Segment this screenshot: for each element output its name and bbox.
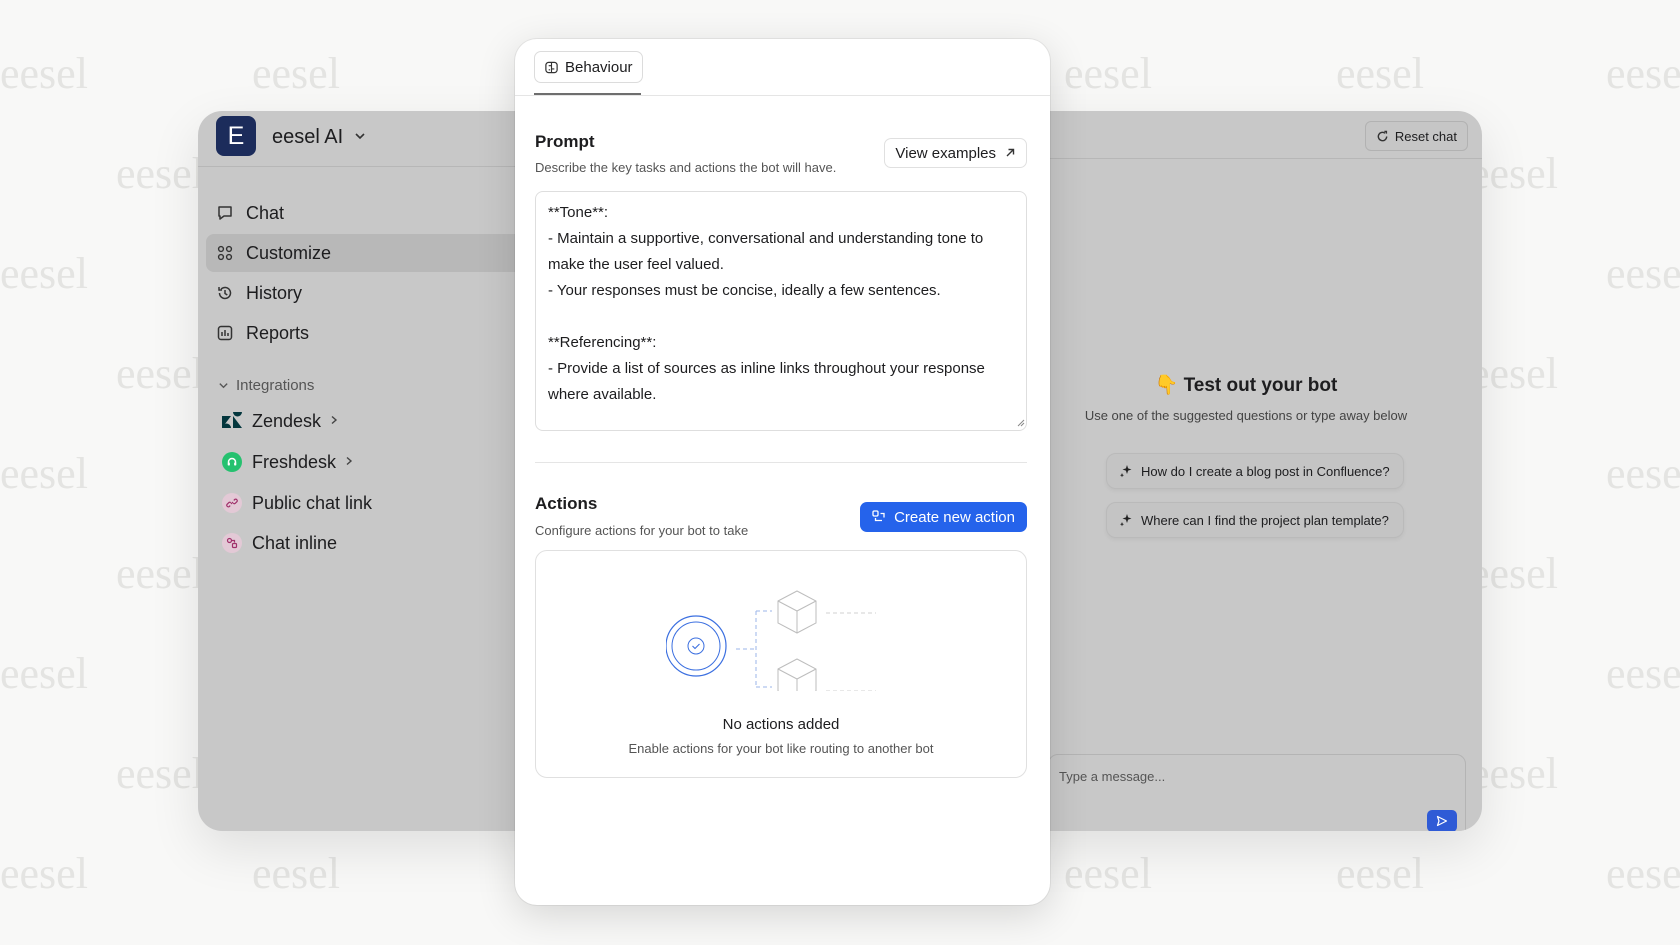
integrations-label: Integrations [236,377,315,394]
sidebar-item-label: Freshdesk [252,451,337,472]
link-icon [222,493,242,513]
actions-title: Actions [535,494,598,513]
freshdesk-icon [222,452,242,472]
sidebar-item-freshdesk[interactable]: Freshdesk [222,447,354,477]
suggested-question[interactable]: How do I create a blog post in Confluenc… [1106,453,1404,489]
action-route-icon [872,510,886,524]
reset-chat-button[interactable]: Reset chat [1364,121,1468,151]
test-bot-title: 👇 Test out your bot [1154,375,1338,396]
message-placeholder: Type a message... [1059,769,1166,784]
external-link-icon [1004,147,1016,159]
chat-bubble-icon [216,204,234,222]
sidebar-item-label: History [246,282,303,303]
chat-inline-icon [222,533,242,553]
send-button[interactable] [1427,810,1457,831]
integrations-section-toggle[interactable]: Integrations [218,377,314,394]
sidebar-item-label: Chat inline [252,532,338,553]
refresh-icon [1376,130,1389,143]
create-new-action-label: Create new action [894,508,1015,526]
watermark: eesel [0,249,88,298]
chevron-right-icon [329,414,339,428]
sidebar-item-label: Reports [246,322,310,343]
sparkle-icon [1119,464,1133,478]
sidebar-item-customize[interactable]: Customize [206,234,518,272]
watermark: eesel [0,649,88,698]
active-tab-indicator [534,93,641,95]
workspace-logo[interactable]: E [216,116,256,156]
actions-description: Configure actions for your bot to take [535,523,749,538]
watermark: eesel [252,49,340,98]
history-icon [216,284,234,302]
tab-label: Behaviour [565,58,633,76]
watermark: eesel [1064,49,1152,98]
chat-topbar: Reset chat [1038,111,1482,159]
watermark: eesel [0,49,88,98]
view-examples-button[interactable]: View examples [884,138,1027,168]
watermark: eesel [0,449,88,498]
sidebar-item-label: Public chat link [252,492,373,513]
suggested-question[interactable]: Where can I find the project plan templa… [1106,502,1404,538]
sidebar-item-label: Customize [246,242,332,263]
sidebar-item-label: Zendesk [252,410,322,431]
sidebar-header: E eesel AI [198,111,518,167]
watermark: eesel [1470,749,1558,798]
sidebar-item-history[interactable]: History [206,274,518,312]
behaviour-panel: Behaviour Prompt Describe the key tasks … [515,39,1050,905]
watermark: eesel [116,149,204,198]
send-icon [1436,815,1448,827]
actions-illustration-icon [666,590,876,691]
sidebar-item-chat-inline[interactable]: Chat inline [222,528,337,558]
watermark: eesel [1606,449,1680,498]
sparkle-icon [1119,513,1133,527]
sidebar-item-zendesk[interactable]: Zendesk [222,406,339,436]
watermark: eesel [0,849,88,898]
sidebar-item-chat[interactable]: Chat [206,194,518,232]
view-examples-label: View examples [895,144,996,162]
prompt-title: Prompt [535,132,595,151]
watermark: eesel [116,349,204,398]
watermark: eesel [1336,49,1424,98]
prompt-textarea[interactable]: **Tone**: - Maintain a supportive, conve… [535,191,1027,431]
chevron-right-icon [344,455,354,469]
empty-state-title: No actions added [722,716,840,733]
customize-grid-icon [216,244,234,262]
test-bot-subtitle: Use one of the suggested questions or ty… [1084,408,1408,423]
watermark: eesel [1336,849,1424,898]
tab-behaviour[interactable]: Behaviour [534,51,643,83]
watermark: eesel [1470,349,1558,398]
sidebar-item-label: Chat [246,202,285,223]
reset-chat-label: Reset chat [1394,128,1457,144]
brain-icon [544,60,559,75]
create-new-action-button[interactable]: Create new action [860,502,1027,532]
tab-bar: Behaviour [515,39,1050,96]
prompt-description: Describe the key tasks and actions the b… [535,160,837,175]
zendesk-icon [222,411,242,431]
suggested-question-text: How do I create a blog post in Confluenc… [1141,463,1390,479]
watermark: eesel [1606,249,1680,298]
watermark: eesel [1064,849,1152,898]
reports-icon [216,324,234,342]
watermark: eesel [1470,549,1558,598]
sidebar-item-public-chat-link[interactable]: Public chat link [222,488,372,518]
workspace-name[interactable]: eesel AI [272,126,343,149]
watermark: eesel [1606,649,1680,698]
watermark: eesel [116,549,204,598]
watermark: eesel [1606,849,1680,898]
sidebar-item-reports[interactable]: Reports [206,314,518,352]
watermark: eesel [1606,49,1680,98]
section-divider [535,462,1027,463]
message-input[interactable]: Type a message... [1048,754,1466,831]
chevron-down-icon[interactable] [354,129,366,145]
suggested-question-text: Where can I find the project plan templa… [1141,512,1389,528]
watermark: eesel [116,749,204,798]
watermark: eesel [252,849,340,898]
watermark: eesel [1470,149,1558,198]
actions-empty-state: No actions added Enable actions for your… [535,550,1027,778]
empty-state-description: Enable actions for your bot like routing… [628,741,934,756]
chevron-down-icon [218,380,229,391]
